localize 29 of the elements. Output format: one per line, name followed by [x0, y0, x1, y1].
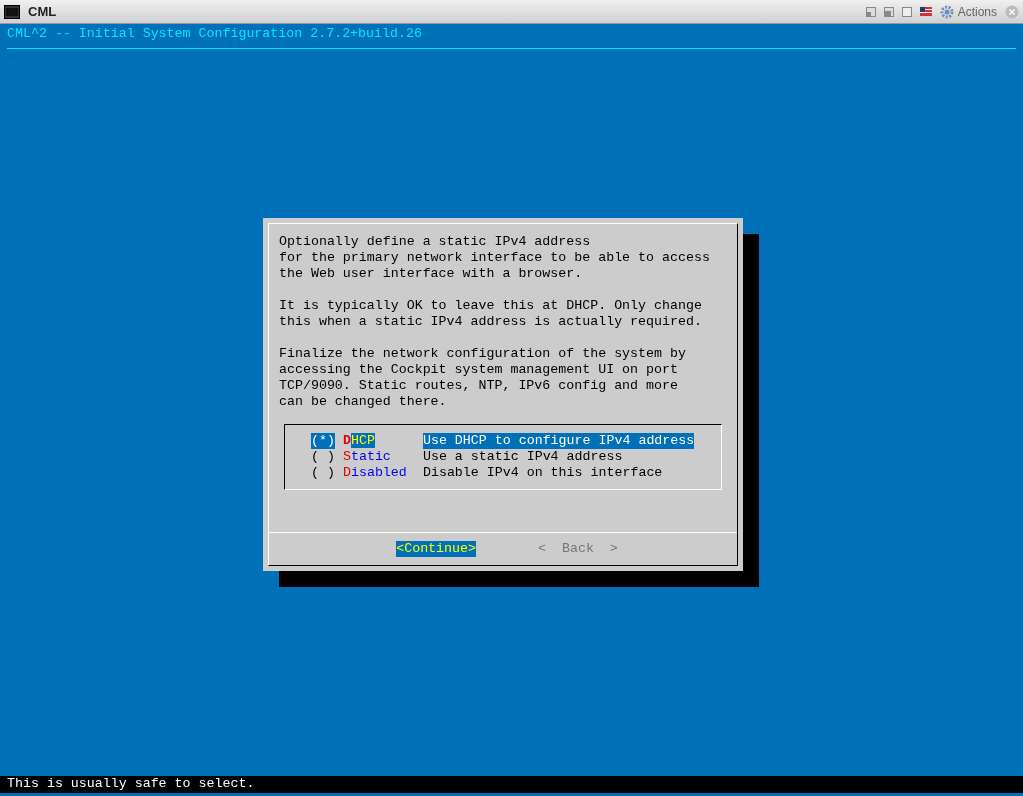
flag-icon[interactable]	[919, 7, 932, 16]
radio-marker[interactable]: (*)	[311, 433, 335, 449]
body-text: for the primary network interface to be able to access	[279, 250, 710, 266]
option-description[interactable]: Use a static IPv4 address	[422, 449, 623, 465]
body-text: this when a static IPv4 address is actually required.	[279, 314, 702, 330]
body-text: Optionally define a static IPv4 address	[279, 234, 591, 250]
terminal-icon	[4, 4, 20, 19]
header-title: CML^2 -- Initial System Configuration 2.7.2+build.26	[7, 26, 423, 42]
body-text: It is typically OK to leave this at DHCP. Only change	[279, 298, 702, 314]
option-label[interactable]: Disabled	[342, 465, 423, 481]
continue-button[interactable]: <Continue>	[396, 541, 476, 557]
status-text: This is usually safe to select.	[7, 776, 255, 791]
window-layout-icon[interactable]	[865, 6, 876, 17]
settings-icon	[939, 4, 954, 19]
body-text: Finalize the network configuration of the system by	[279, 346, 686, 362]
body-text: can be changed there.	[279, 394, 447, 410]
body-text: TCP/9090. Static routes, NTP, IPv6 config and more	[279, 378, 678, 394]
actions-button[interactable]: Actions	[939, 2, 997, 21]
close-icon[interactable]	[1005, 4, 1019, 19]
radio-marker[interactable]: ( )	[311, 465, 335, 481]
window-layout-icon[interactable]	[883, 6, 894, 17]
option-description[interactable]: Disable IPv4 on this interface	[422, 465, 663, 481]
option-label[interactable]: Static	[342, 449, 423, 465]
body-text: accessing the Cockpit system management UI on port	[279, 362, 678, 378]
body-text: the Web user interface with a browser.	[279, 266, 583, 282]
window-title: CML	[28, 2, 57, 21]
radio-marker[interactable]: ( )	[311, 449, 335, 465]
option-description[interactable]: Use DHCP to configure IPv4 address	[422, 433, 695, 449]
maximize-icon[interactable]	[901, 6, 912, 17]
